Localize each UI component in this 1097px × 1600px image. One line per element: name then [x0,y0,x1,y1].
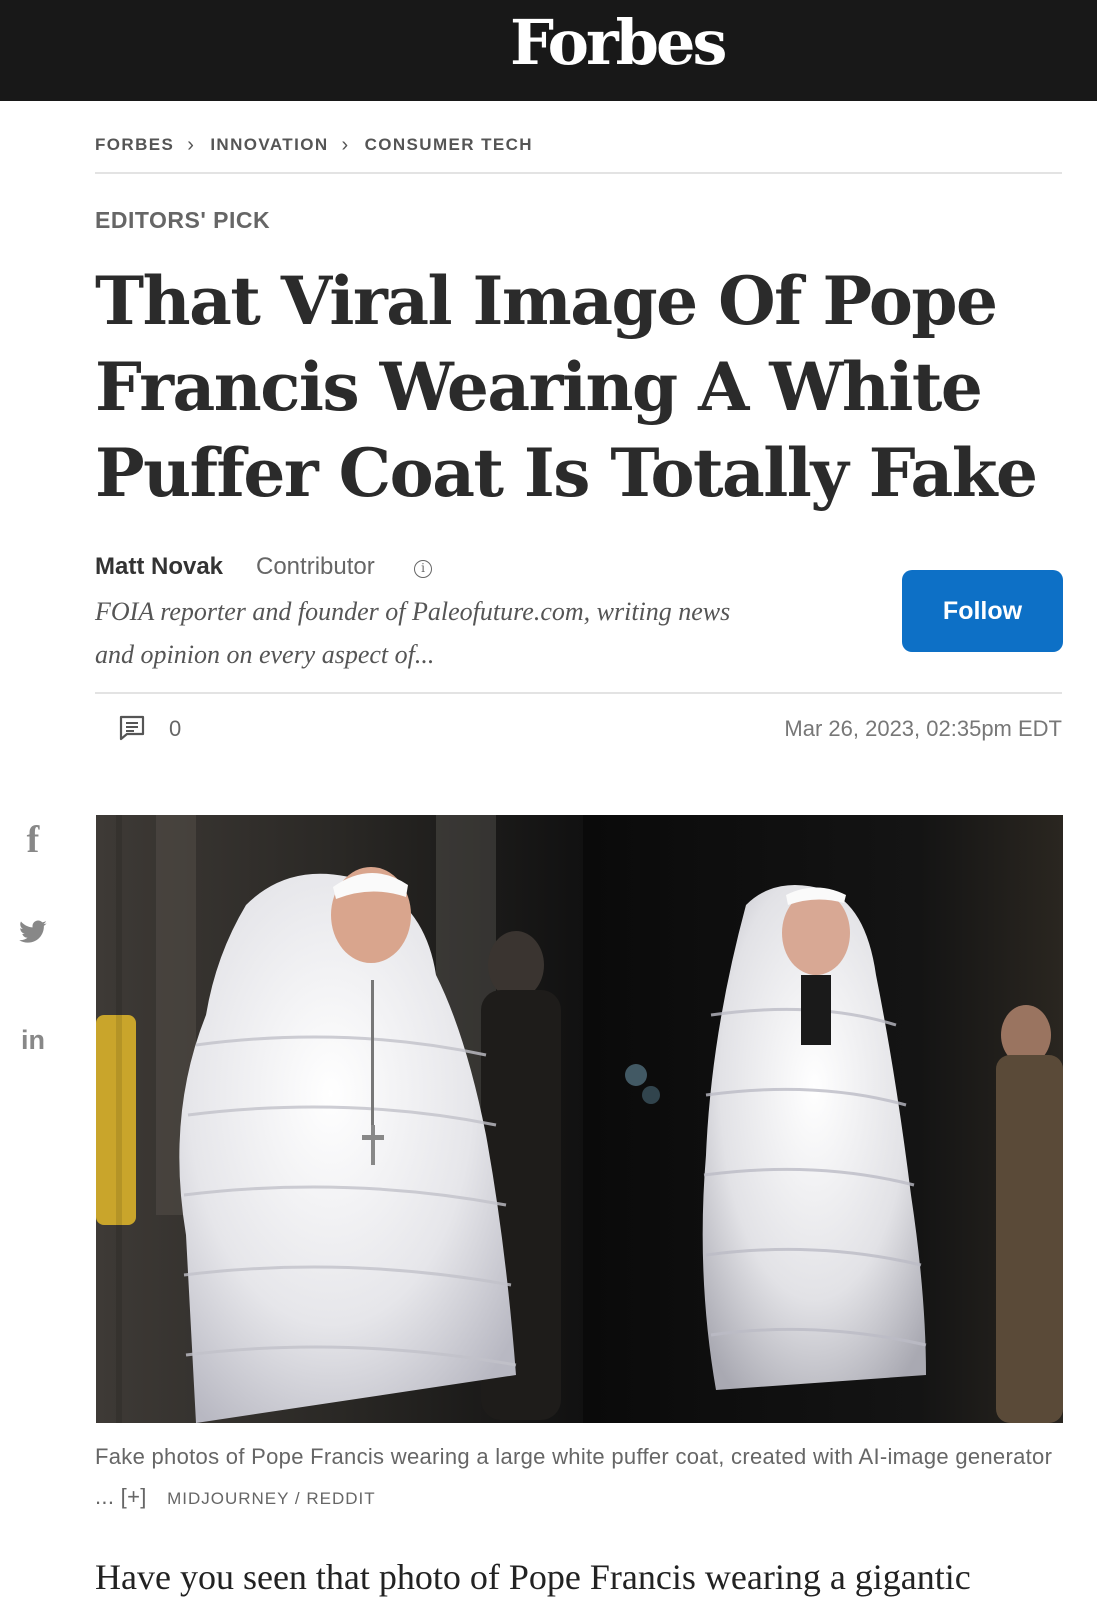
author-role: Contributor [256,553,375,580]
chevron-right-icon: › [187,133,196,156]
breadcrumb-item-innovation[interactable]: INNOVATION [210,135,328,155]
publish-date: Mar 26, 2023, 02:35pm EDT [784,716,1062,741]
linkedin-icon[interactable]: in [18,1025,48,1056]
caption-expand-button[interactable]: [+] [121,1484,147,1509]
top-navigation-bar: Forbes [0,0,1097,101]
forbes-logo[interactable]: Forbes [510,6,727,79]
article-hero-image[interactable] [96,815,1063,1423]
comment-count[interactable]: 0 [169,716,181,742]
section-tag: EDITORS' PICK [95,207,271,233]
image-caption: Fake photos of Pope Francis wearing a la… [95,1437,1055,1519]
breadcrumb-item-consumer-tech[interactable]: CONSUMER TECH [365,135,533,155]
comment-icon[interactable] [118,714,146,742]
article-body-paragraph: Have you seen that photo of Pope Francis… [95,1557,971,1597]
image-credit: MIDJOURNEY / REDDIT [167,1489,376,1508]
twitter-icon[interactable] [18,920,48,946]
author-bio: FOIA reporter and founder of Paleofuture… [95,597,731,669]
divider [95,172,1062,174]
facebook-icon[interactable]: f [18,818,48,862]
divider [95,692,1062,694]
pope-puffer-coat-photo [96,815,1063,1423]
breadcrumb: FORBES › INNOVATION › CONSUMER TECH [95,135,533,155]
info-icon[interactable]: i [414,560,432,578]
article-headline: That Viral Image Of Pope Francis Wearing… [95,262,1038,512]
follow-button[interactable]: Follow [902,570,1063,652]
breadcrumb-item-forbes[interactable]: FORBES [95,135,174,155]
author-name[interactable]: Matt Novak [95,553,223,581]
chevron-right-icon: › [341,133,350,156]
